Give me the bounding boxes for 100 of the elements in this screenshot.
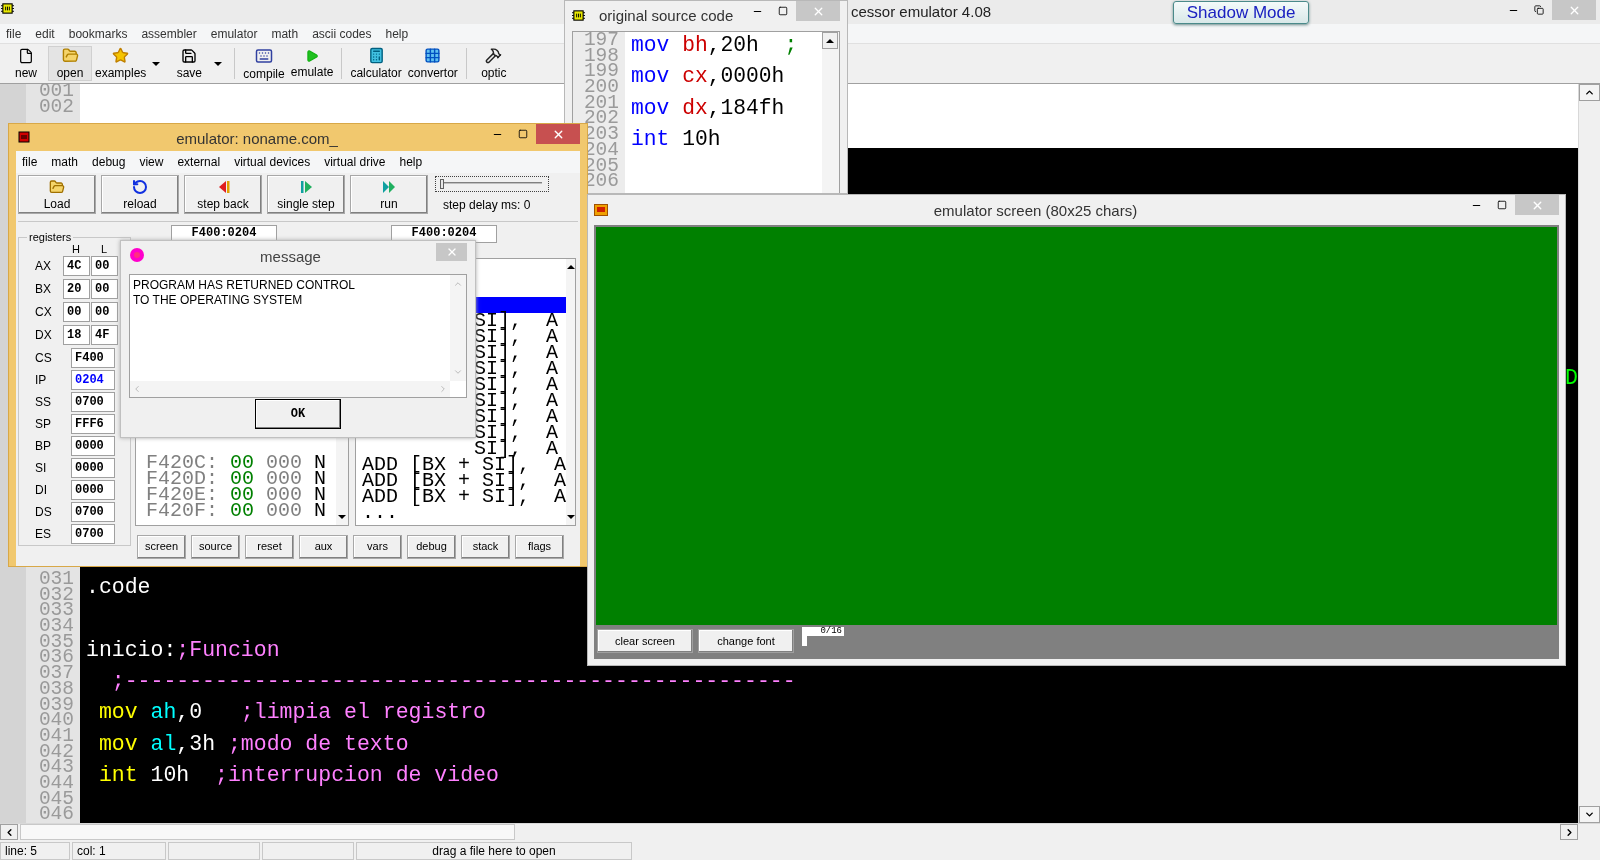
panel-button[interactable]: aux — [299, 534, 348, 559]
memory-row[interactable]: F420C: 00 000 N — [146, 454, 336, 471]
register-label: SS — [34, 393, 52, 411]
register-field[interactable]: 4C — [63, 256, 90, 276]
display-button[interactable]: clear screen — [597, 629, 693, 653]
toolbar-button[interactable]: Load — [18, 175, 96, 214]
memory-row[interactable]: F420E: 00 000 N — [146, 486, 336, 503]
ok-button[interactable]: OK — [255, 399, 341, 429]
code-line: inicio:;Funcion — [86, 636, 280, 664]
menu-item[interactable]: bookmarks — [68, 24, 128, 43]
menu-item[interactable]: virtual devices — [234, 152, 311, 171]
register-field[interactable]: 0000 — [71, 457, 115, 478]
scroll-up-button[interactable] — [1579, 84, 1600, 101]
maximize-icon — [1497, 200, 1507, 210]
menu-item[interactable]: external — [177, 152, 221, 171]
toolbar-button[interactable]: new — [4, 46, 48, 81]
shadow-mode-button[interactable]: Shadow Mode — [1173, 1, 1310, 24]
register-field[interactable]: FFF6 — [71, 413, 115, 434]
scroll-thumb[interactable] — [20, 824, 515, 840]
toolbar-button[interactable]: single step — [267, 175, 345, 214]
up-arrow-icon — [566, 264, 575, 269]
slider-thumb[interactable] — [440, 178, 444, 189]
grid-icon — [424, 47, 442, 64]
line-number: 037 — [37, 666, 75, 682]
page-scroll-thumb[interactable] — [802, 636, 807, 646]
column-header: L — [99, 242, 109, 255]
toolbar-button[interactable]: examples — [92, 46, 150, 81]
register-field[interactable]: 0700 — [71, 501, 115, 522]
code-line: .code — [86, 573, 151, 601]
maximize-icon — [518, 129, 528, 139]
menu-item[interactable]: edit — [35, 24, 55, 43]
line-number: 031 — [37, 572, 75, 588]
code-line: int 10h — [631, 127, 722, 154]
menu-item[interactable]: virtual drive — [324, 152, 386, 171]
line-number: 040 — [37, 713, 75, 729]
down-arrow-icon — [566, 514, 575, 519]
line-number: 001 — [37, 84, 75, 100]
menu-item[interactable]: view — [139, 152, 164, 171]
register-field[interactable]: 00 — [91, 302, 118, 322]
slider-track[interactable] — [435, 175, 549, 192]
toolbar-button[interactable]: reload — [101, 175, 179, 214]
code-row[interactable]: ADD [BX + SI], A — [356, 456, 567, 473]
toolbar-button[interactable]: run — [350, 175, 428, 214]
register-label: CX — [34, 304, 53, 321]
code-line: mov bh,20h ; — [631, 33, 799, 59]
menu-item[interactable]: emulator — [210, 24, 258, 43]
scroll-right-button[interactable] — [1560, 824, 1578, 840]
panel-button[interactable]: reset — [245, 534, 294, 559]
toolbar-button[interactable]: compile — [240, 46, 288, 81]
keyboard-icon — [255, 46, 274, 65]
panel-button[interactable]: flags — [515, 534, 564, 559]
panel-button[interactable]: vars — [353, 534, 402, 559]
register-field[interactable]: 18 — [63, 325, 90, 345]
menu-item[interactable]: help — [385, 24, 409, 43]
register-field[interactable]: 00 — [91, 279, 118, 299]
menu-item[interactable]: math — [51, 152, 79, 171]
panel-button[interactable]: screen — [137, 534, 186, 559]
register-field[interactable]: 0700 — [71, 391, 115, 412]
register-field[interactable]: 0700 — [71, 523, 115, 544]
message-text: PROGRAM HAS RETURNED CONTROL — [133, 277, 357, 293]
menu-item[interactable]: help — [399, 152, 423, 171]
panel-button[interactable]: source — [191, 534, 240, 559]
scroll-up-button[interactable] — [822, 32, 838, 49]
register-field[interactable]: 4F — [91, 325, 118, 345]
toolbar-button[interactable]: open — [48, 46, 92, 81]
play-icon — [305, 48, 320, 63]
register-field[interactable]: 00 — [91, 256, 118, 276]
memory-row[interactable]: F420F: 00 000 N — [146, 502, 336, 519]
address-field[interactable]: F400:0204 — [391, 224, 497, 243]
menu-item[interactable]: ascii codes — [312, 24, 372, 43]
toolbar-button[interactable]: save — [167, 46, 212, 81]
menu-item[interactable]: assembler — [141, 24, 197, 43]
register-label: AX — [34, 258, 52, 275]
register-field[interactable]: F400 — [71, 347, 115, 368]
chip-icon — [18, 131, 30, 143]
toolbar-button[interactable]: optic — [471, 46, 516, 81]
register-field[interactable]: 0204 — [71, 369, 115, 390]
display-button[interactable]: change font — [698, 629, 794, 653]
scroll-left-button[interactable] — [0, 824, 18, 840]
code-row[interactable]: ADD [BX + SI], A — [356, 488, 567, 505]
register-label: SI — [34, 459, 48, 477]
toolbar-button[interactable]: step back — [184, 175, 262, 214]
register-field[interactable]: 00 — [63, 302, 90, 322]
toolbar-button[interactable]: convertor — [404, 46, 461, 81]
toolbar-button[interactable]: emulate — [287, 46, 337, 81]
register-field[interactable]: 0000 — [71, 479, 115, 500]
register-field[interactable]: 20 — [63, 279, 90, 299]
toolbar-button[interactable]: calculator — [347, 46, 405, 81]
scroll-down-button[interactable] — [1579, 806, 1600, 823]
menu-item[interactable]: debug — [92, 152, 126, 171]
menu-item[interactable]: math — [271, 24, 299, 43]
menu-item[interactable]: file — [6, 24, 22, 43]
step-delay-label: step delay ms: 0 — [443, 196, 531, 214]
menu-item[interactable]: file — [22, 152, 38, 171]
memory-row[interactable]: F420D: 00 000 N — [146, 470, 336, 487]
panel-button[interactable]: debug — [407, 534, 456, 559]
message-text: TO THE OPERATING SYSTEM — [133, 292, 304, 308]
panel-button[interactable]: stack — [461, 534, 510, 559]
register-field[interactable]: 0000 — [71, 435, 115, 456]
code-line: ;---------------------------------------------------- — [110, 668, 796, 696]
